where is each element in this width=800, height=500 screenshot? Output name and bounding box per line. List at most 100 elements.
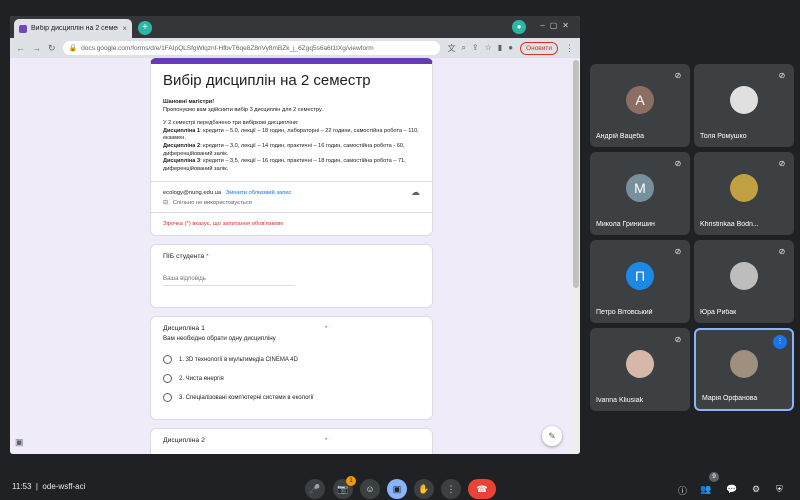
greeting: Шановні магістри! xyxy=(163,99,215,105)
mic-muted-icon: ⊘ xyxy=(778,71,786,80)
mic-muted-icon: ⊘ xyxy=(778,159,786,168)
camera-button[interactable]: 📷 1 xyxy=(333,476,356,499)
question-card-name: ПІБ студента * Ваша відповідь xyxy=(150,244,433,309)
page-viewport: Вибір дисциплін на 2 семестр Шановні маг… xyxy=(10,58,580,454)
radio-button[interactable] xyxy=(163,393,172,403)
profile-avatar-icon[interactable]: ● xyxy=(508,43,513,54)
radio-button[interactable] xyxy=(163,374,172,384)
required-star: * xyxy=(324,325,328,333)
edit-pencil-icon[interactable]: ✎ xyxy=(542,426,562,446)
forward-icon[interactable]: → xyxy=(32,43,41,53)
translate-icon[interactable]: 文 xyxy=(447,43,455,54)
participant-tile-active-speaker[interactable]: ⋮ Марія Орфанова xyxy=(694,328,794,411)
form-title: Вибір дисциплін на 2 семестр xyxy=(163,72,371,89)
question-title-text: ПІБ студента xyxy=(163,253,205,261)
lock-icon: 🔒 xyxy=(68,45,78,52)
shared-browser-window: Вибір дисциплін на 2 семестр × + ● –▢✕ ←… xyxy=(10,16,580,454)
cloud-icon: ☁ xyxy=(411,187,420,198)
address-bar: ← → ↻ 🔒 docs.google.com/forms/d/e/1FAIpQ… xyxy=(10,38,580,58)
participant-name: Петро Вітовський xyxy=(596,309,653,316)
new-tab-button[interactable]: + xyxy=(138,21,152,35)
participant-tile[interactable]: ⊘ M Микола Гринишин xyxy=(590,152,690,235)
avatar xyxy=(730,86,758,114)
not-shared-row: ⊟ Спільно не використовується xyxy=(163,200,420,212)
reload-icon[interactable]: ↻ xyxy=(48,43,56,54)
avatar: M xyxy=(626,174,654,202)
profile-icon[interactable]: ● xyxy=(512,20,526,34)
question-title-text: Дисципліна 2 xyxy=(163,437,205,445)
info-icon[interactable]: ⓘ xyxy=(678,484,687,497)
browser-menu-icon[interactable]: ⋮ xyxy=(565,43,574,54)
help-icon[interactable]: ▣ xyxy=(15,437,24,448)
participant-tile[interactable]: ⊘ Ivanna Kliusiak xyxy=(590,328,690,411)
update-browser-button[interactable]: Оновити xyxy=(520,41,558,55)
participant-name: Khristinkaa Bodn... xyxy=(700,221,759,228)
host-controls-icon[interactable]: ⛨ xyxy=(776,484,783,495)
notification-badge: 1 xyxy=(346,476,356,486)
disc3-label: Дисципліна 3 xyxy=(163,158,201,165)
participant-tile[interactable]: ⊘ Толя Ромушко xyxy=(694,64,794,147)
question-title-text: Дисципліна 1 xyxy=(163,325,205,333)
browser-tab[interactable]: Вибір дисциплін на 2 семестр × xyxy=(14,19,132,38)
speaking-indicator-icon: ⋮ xyxy=(773,335,787,349)
mic-muted-icon: ⊘ xyxy=(674,247,682,256)
reading-list-icon[interactable]: ▮ xyxy=(498,43,502,54)
separator: | xyxy=(35,482,38,491)
name-answer-input[interactable]: Ваша відповідь xyxy=(163,276,295,287)
required-star: * xyxy=(324,437,328,445)
activities-icon[interactable]: ⚙ xyxy=(752,484,760,495)
people-count-badge: 9 xyxy=(709,472,719,482)
raise-hand-button[interactable]: ✋ xyxy=(414,479,434,499)
scrollbar-thumb[interactable] xyxy=(573,60,579,288)
forms-favicon-icon xyxy=(19,24,27,33)
radio-option-2[interactable]: 2. Чиста енергія xyxy=(163,374,420,384)
disc2-text: : кредити – 3,0, лекції – 14 годин, прак… xyxy=(163,142,405,157)
browser-tab-title: Вибір дисциплін на 2 семестр xyxy=(31,25,119,32)
present-button[interactable]: ▣ xyxy=(387,479,407,499)
window-controls[interactable]: –▢✕ xyxy=(540,21,574,30)
question-title: ПІБ студента * xyxy=(163,253,420,260)
avatar xyxy=(730,350,758,378)
form-description: Шановні магістри! Пропонуємо вам здійсни… xyxy=(163,99,420,173)
avatar xyxy=(626,350,654,378)
page-scrollbar[interactable] xyxy=(572,58,580,454)
semester-note: У 2 семестрі передбачено три вибіркові д… xyxy=(163,120,299,127)
hand-icon: ✋ xyxy=(418,484,430,494)
participant-tile[interactable]: ⊘ Khristinkaa Bodn... xyxy=(694,152,794,235)
option-label: 3. Спеціалізовані комп'ютерні системи в … xyxy=(179,394,314,401)
option-label: 1. 3D технології в мультимедіа CINEMA 4D xyxy=(179,356,298,363)
radio-option-3[interactable]: 3. Спеціалізовані комп'ютерні системи в … xyxy=(163,393,420,403)
reactions-button[interactable]: ☺ xyxy=(360,479,380,499)
url-field[interactable]: 🔒 docs.google.com/forms/d/e/1FAIpQLSfgWl… xyxy=(62,41,441,55)
more-options-button[interactable]: ⋮ xyxy=(441,479,461,499)
mic-muted-icon: ⊘ xyxy=(674,71,682,80)
switch-account-link[interactable]: Змінити обліковий запис xyxy=(226,190,292,196)
google-form: Вибір дисциплін на 2 семестр Шановні маг… xyxy=(150,58,433,454)
option-label: 2. Чиста енергія xyxy=(179,375,224,382)
mic-muted-icon: ⊘ xyxy=(674,159,682,168)
participant-name: Юра Рибак xyxy=(700,309,737,316)
avatar: П xyxy=(626,262,654,290)
close-tab-icon[interactable]: × xyxy=(122,24,127,33)
back-icon[interactable]: ← xyxy=(16,43,25,53)
participant-tile[interactable]: ⊘ Юра Рибак xyxy=(694,240,794,323)
meeting-code: ode-wsff-aci xyxy=(42,482,86,491)
avatar xyxy=(730,262,758,290)
question-title: Дисципліна 1 * xyxy=(163,325,420,332)
participant-tile[interactable]: ⊘ A Андрій Вацеба xyxy=(590,64,690,147)
chat-icon[interactable]: 💬 xyxy=(726,484,737,495)
mic-icon: 🎤 xyxy=(309,484,321,494)
radio-button[interactable] xyxy=(163,355,172,365)
leave-call-button[interactable]: ☎ xyxy=(468,479,496,499)
question-subtitle: Вам необхідно обрати одну дисципліну xyxy=(163,335,276,343)
mic-button[interactable]: 🎤 xyxy=(305,479,325,499)
bookmark-star-icon[interactable]: ☆ xyxy=(485,43,492,54)
disc1-text: : кредити – 5,0, лекції – 18 годин, лабо… xyxy=(163,127,419,142)
zoom-icon[interactable]: ⌕ xyxy=(461,43,465,54)
participant-tile[interactable]: ⊘ П Петро Вітовський xyxy=(590,240,690,323)
mic-muted-icon: ⊘ xyxy=(674,335,682,344)
people-icon[interactable]: 👥 xyxy=(700,484,711,495)
mic-muted-icon: ⊘ xyxy=(778,247,786,256)
share-icon[interactable]: ⇪ xyxy=(472,43,479,54)
radio-option-1[interactable]: 1. 3D технології в мультимедіа CINEMA 4D xyxy=(163,355,420,365)
